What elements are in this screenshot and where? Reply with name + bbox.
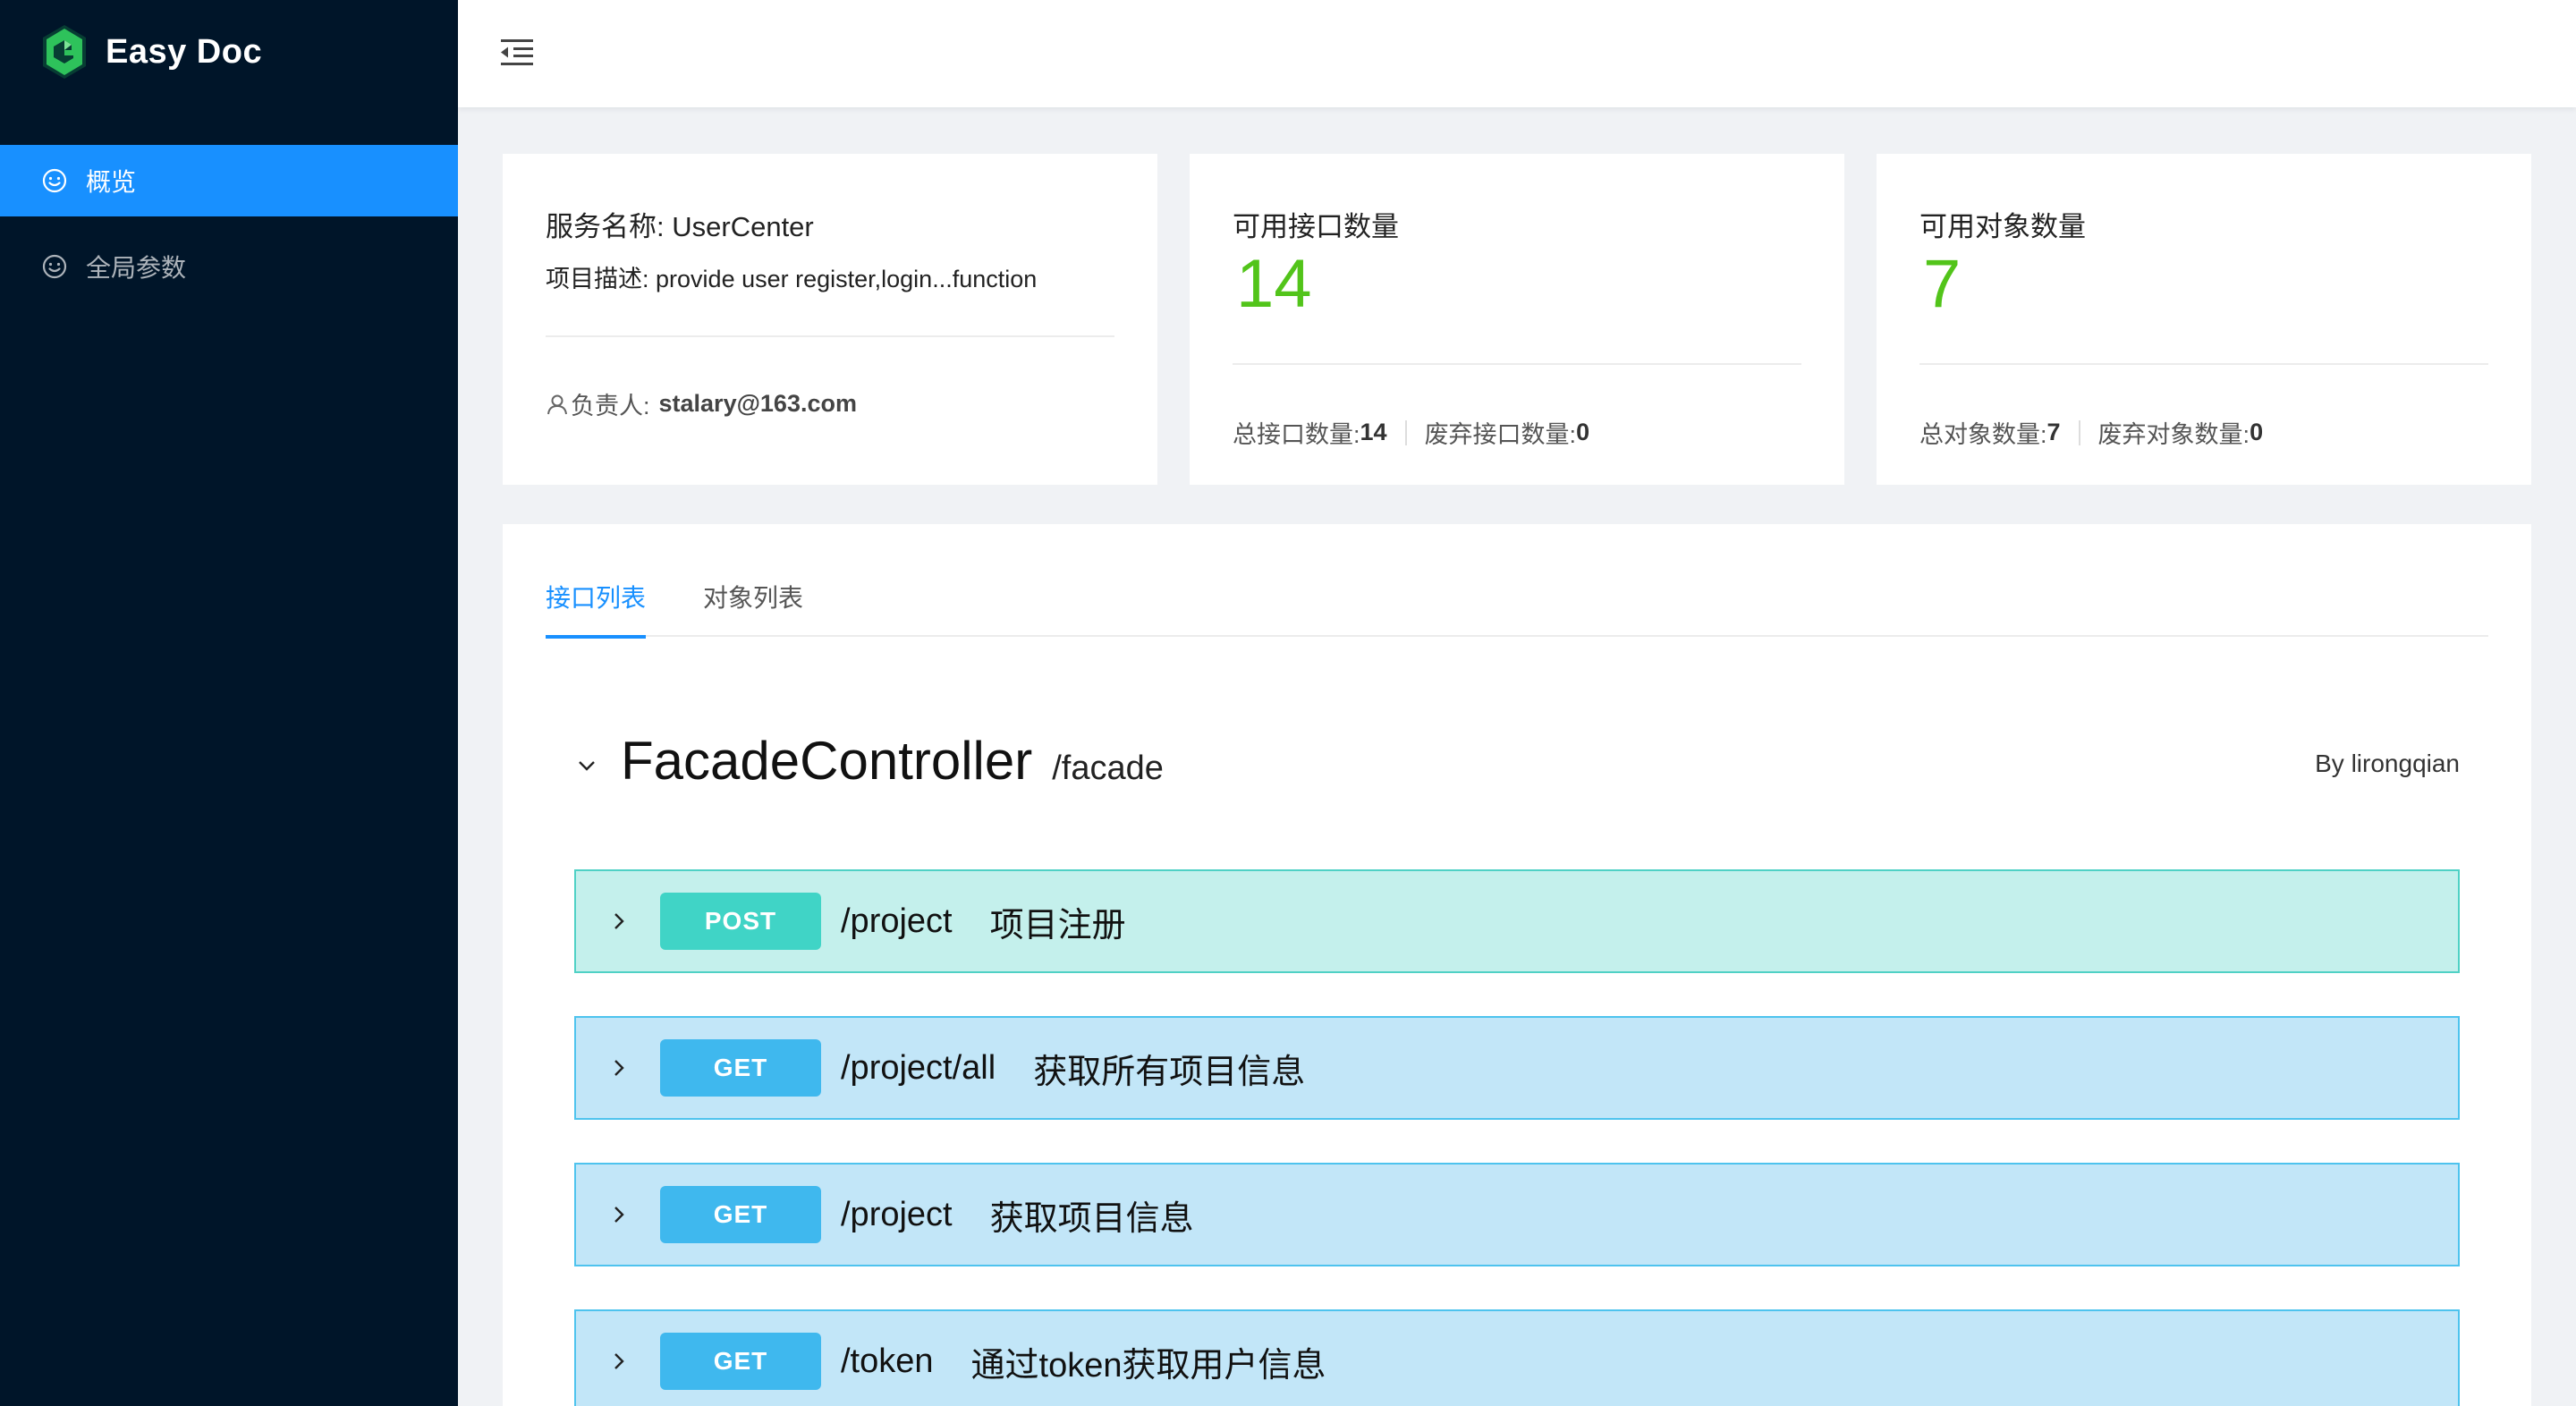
sidebar-nav: 概览 全局参数	[0, 145, 458, 302]
api-path: /project/all	[841, 1048, 996, 1087]
separator	[1404, 419, 1407, 445]
service-name-label: 服务名称:	[546, 211, 665, 242]
controller-name: FacadeController	[621, 731, 1033, 791]
interfaces-stat-card: 可用接口数量 14 总接口数量: 14 废弃接口数量: 0	[1190, 154, 1844, 485]
deprecated-interfaces-label: 废弃接口数量:	[1424, 421, 1577, 448]
tab-object-list[interactable]: 对象列表	[703, 578, 803, 637]
owner-value: stalary@163.com	[658, 390, 857, 417]
method-badge: GET	[660, 1186, 821, 1243]
separator	[2078, 419, 2080, 445]
controller-path: /facade	[1052, 750, 1164, 787]
api-row[interactable]: POST /project 项目注册	[574, 869, 2460, 973]
controller-author: By lirongqian	[2315, 750, 2460, 777]
divider	[546, 335, 1114, 337]
chevron-down-icon[interactable]	[574, 753, 599, 778]
objects-title: 可用对象数量	[1919, 211, 2086, 242]
interfaces-count: 14	[1236, 246, 1312, 322]
api-description: 获取所有项目信息	[1033, 1053, 1306, 1091]
tabs: 接口列表 对象列表	[546, 578, 2488, 639]
smile-icon	[41, 167, 68, 194]
deprecated-objects-value: 0	[2250, 419, 2264, 445]
api-description: 获取项目信息	[989, 1199, 1194, 1238]
api-description: 项目注册	[989, 906, 1126, 944]
deprecated-interfaces-value: 0	[1576, 419, 1590, 445]
api-path: /project	[841, 1195, 953, 1233]
service-name-value: UserCenter	[672, 211, 814, 242]
chevron-right-icon[interactable]	[608, 1057, 630, 1079]
chevron-right-icon[interactable]	[608, 1351, 630, 1372]
chevron-right-icon[interactable]	[608, 911, 630, 932]
sidebar-item-overview[interactable]: 概览	[0, 145, 458, 216]
api-row[interactable]: GET /project/all 获取所有项目信息	[574, 1016, 2460, 1120]
total-interfaces-label: 总接口数量:	[1233, 421, 1360, 448]
owner-label: 负责人:	[571, 393, 650, 419]
objects-count: 7	[1923, 246, 1962, 322]
api-description: 通过token获取用户信息	[970, 1346, 1326, 1385]
main-panel: 接口列表 对象列表 FacadeController /facade By li…	[503, 524, 2531, 1406]
deprecated-objects-label: 废弃对象数量:	[2097, 421, 2250, 448]
easy-doc-logo-icon	[43, 25, 86, 79]
user-icon	[547, 394, 567, 414]
objects-footer: 总对象数量: 7 废弃对象数量: 0	[1919, 415, 2263, 450]
service-owner: 负责人: stalary@163.com	[546, 386, 857, 421]
api-row[interactable]: GET /token 通过token获取用户信息	[574, 1309, 2460, 1406]
sidebar: Easy Doc 概览 全局参数	[0, 0, 458, 1406]
smile-icon	[41, 253, 68, 280]
divider	[1919, 363, 2488, 365]
tab-interface-list[interactable]: 接口列表	[546, 578, 647, 639]
sidebar-item-label: 概览	[86, 168, 137, 196]
method-badge: GET	[660, 1333, 821, 1390]
service-desc-value: provide user register,login...function	[656, 266, 1038, 292]
method-badge: GET	[660, 1039, 821, 1097]
total-objects-value: 7	[2046, 419, 2061, 445]
controller-header[interactable]: FacadeController /facade By lirongqian	[574, 730, 2460, 801]
objects-stat-card: 可用对象数量 7 总对象数量: 7 废弃对象数量: 0	[1877, 154, 2531, 485]
interfaces-title: 可用接口数量	[1233, 211, 1399, 242]
service-desc-label: 项目描述:	[546, 266, 649, 292]
total-interfaces-value: 14	[1360, 419, 1387, 445]
divider	[1233, 363, 1801, 365]
app-name: Easy Doc	[106, 32, 263, 71]
api-row[interactable]: GET /project 获取项目信息	[574, 1163, 2460, 1266]
api-path: /token	[841, 1342, 934, 1380]
service-name: 服务名称: UserCenter	[546, 204, 814, 244]
service-description: 项目描述: provide user register,login...func…	[546, 259, 1037, 294]
menu-fold-icon[interactable]	[499, 36, 535, 68]
sidebar-item-global-params[interactable]: 全局参数	[0, 231, 458, 302]
chevron-right-icon[interactable]	[608, 1204, 630, 1225]
interfaces-footer: 总接口数量: 14 废弃接口数量: 0	[1233, 415, 1589, 450]
service-info-card: 服务名称: UserCenter 项目描述: provide user regi…	[503, 154, 1157, 485]
total-objects-label: 总对象数量:	[1919, 421, 2047, 448]
sidebar-item-label: 全局参数	[86, 254, 187, 282]
api-path: /project	[841, 902, 953, 940]
method-badge: POST	[660, 893, 821, 950]
top-header	[458, 0, 2576, 107]
app-logo[interactable]: Easy Doc	[41, 23, 262, 80]
